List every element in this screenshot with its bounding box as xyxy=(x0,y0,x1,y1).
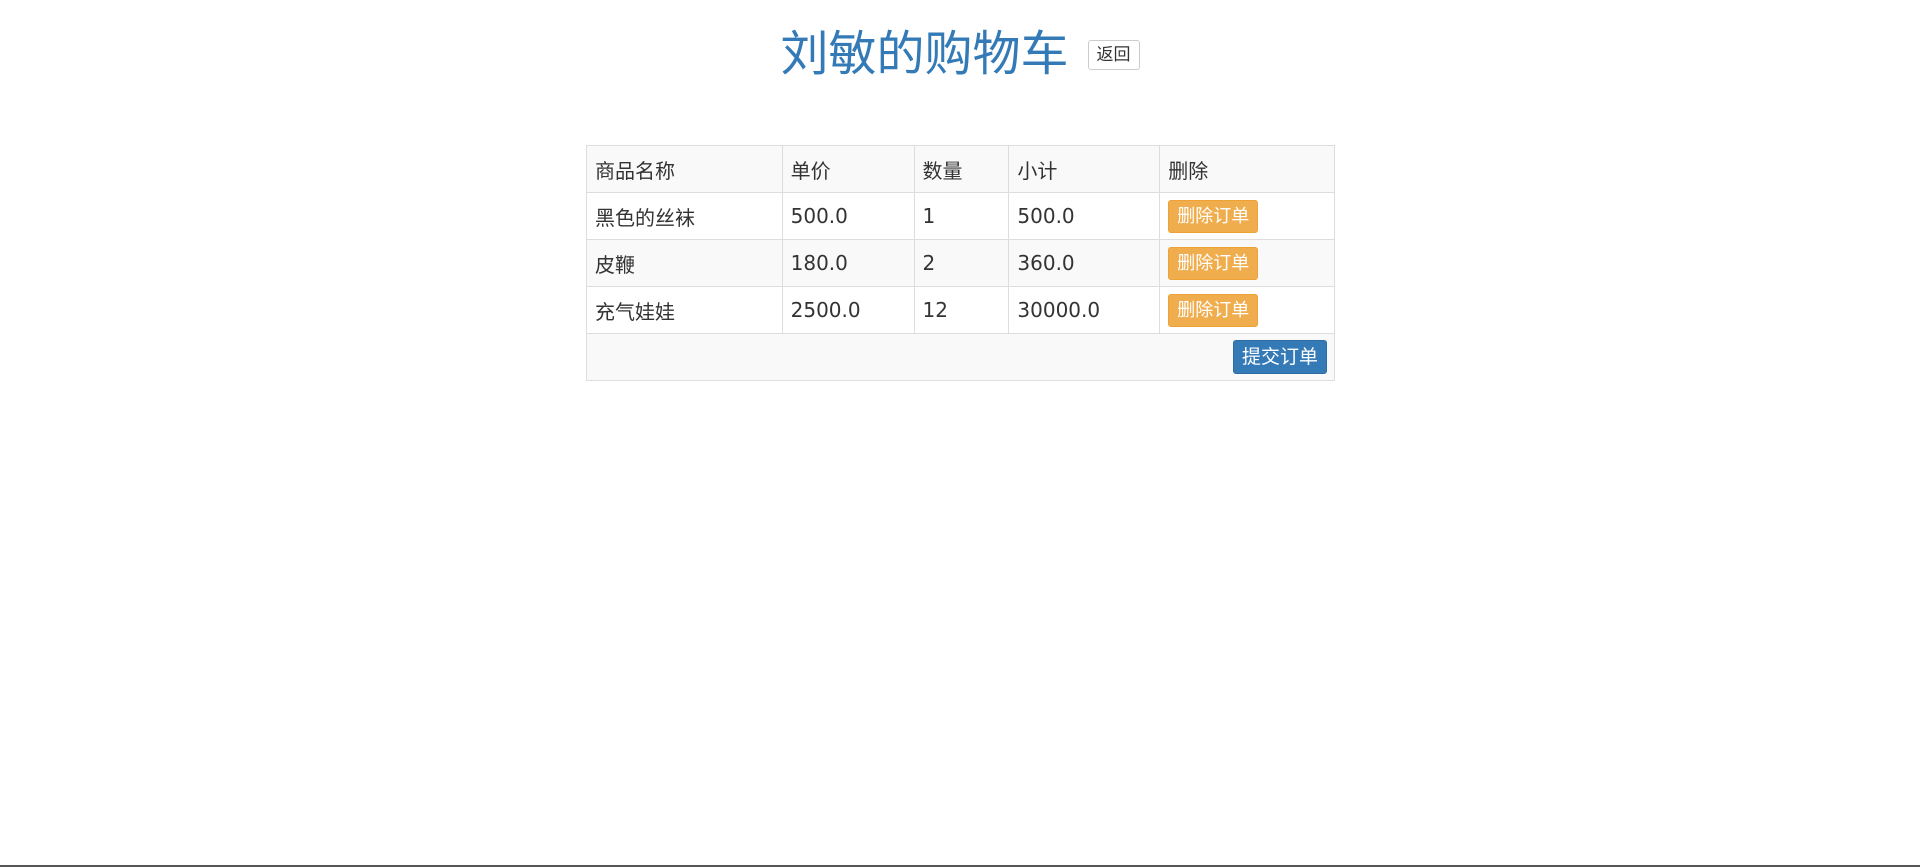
cell-quantity: 1 xyxy=(913,192,1010,240)
page: 刘敏的购物车 返回 商品名称 单价 数量 小计 删除 黑色的丝袜 500.0 1… xyxy=(0,0,1920,867)
column-header-price: 单价 xyxy=(781,145,915,193)
table-row: 皮鞭 180.0 2 360.0 删除订单 xyxy=(586,239,1335,287)
column-header-subtotal: 小计 xyxy=(1008,145,1161,193)
cell-subtotal: 360.0 xyxy=(1008,239,1161,287)
delete-order-button[interactable]: 删除订单 xyxy=(1168,246,1259,280)
cell-name: 黑色的丝袜 xyxy=(586,192,783,240)
submit-cell: 提交订单 xyxy=(586,333,1335,381)
back-button[interactable]: 返回 xyxy=(1087,40,1140,70)
cell-delete: 删除订单 xyxy=(1159,239,1335,287)
cell-name: 充气娃娃 xyxy=(586,286,783,334)
submit-order-button[interactable]: 提交订单 xyxy=(1232,340,1327,374)
cell-price: 180.0 xyxy=(781,239,915,287)
column-header-quantity: 数量 xyxy=(913,145,1010,193)
cell-delete: 删除订单 xyxy=(1159,286,1335,334)
cell-price: 500.0 xyxy=(781,192,915,240)
cell-price: 2500.0 xyxy=(781,286,915,334)
page-title: 刘敏的购物车 xyxy=(780,26,1069,82)
cell-subtotal: 500.0 xyxy=(1008,192,1161,240)
cell-quantity: 2 xyxy=(913,239,1010,287)
cart-table: 商品名称 单价 数量 小计 删除 黑色的丝袜 500.0 1 500.0 删除订… xyxy=(586,145,1335,381)
table-header-row: 商品名称 单价 数量 小计 删除 xyxy=(586,145,1335,193)
cell-quantity: 12 xyxy=(913,286,1010,334)
table-row: 黑色的丝袜 500.0 1 500.0 删除订单 xyxy=(586,192,1335,240)
cell-delete: 删除订单 xyxy=(1159,192,1335,240)
column-header-name: 商品名称 xyxy=(586,145,783,193)
column-header-delete: 删除 xyxy=(1159,145,1335,193)
cell-subtotal: 30000.0 xyxy=(1008,286,1161,334)
cell-name: 皮鞭 xyxy=(586,239,783,287)
delete-order-button[interactable]: 删除订单 xyxy=(1168,293,1259,327)
table-footer-row: 提交订单 xyxy=(586,333,1335,381)
header: 刘敏的购物车 返回 xyxy=(0,22,1920,86)
delete-order-button[interactable]: 删除订单 xyxy=(1168,199,1259,233)
table-row: 充气娃娃 2500.0 12 30000.0 删除订单 xyxy=(586,286,1335,334)
